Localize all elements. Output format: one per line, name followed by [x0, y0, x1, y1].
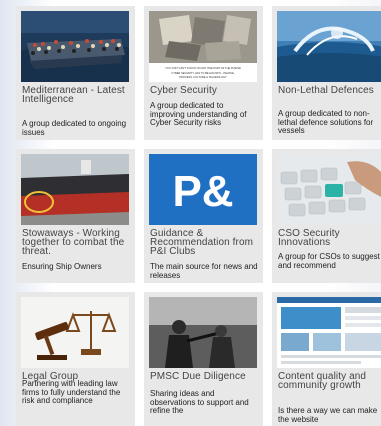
cyber-security-image[interactable]: YOU JUST CAN'T FOCUS ON ANY ONE PART OF … [149, 11, 257, 82]
group-card-non-lethal-defences[interactable]: Non-Lethal Defences A group dedicated to… [272, 6, 381, 140]
group-card-cso-security[interactable]: CSO Security Innovations A group for CSO… [272, 149, 381, 283]
card-title[interactable]: Mediterranean - Latest Intelligence [22, 86, 131, 105]
group-card-cyber-security[interactable]: YOU JUST CAN'T FOCUS ON ANY ONE PART OF … [144, 6, 263, 140]
keyboard-image[interactable] [277, 154, 381, 225]
card-description: A group dedicated to improving understan… [150, 101, 247, 128]
water-cannon-image[interactable] [277, 11, 381, 82]
group-card-pmsc-due-diligence[interactable]: PMSC Due Diligence Sharing ideas and obs… [144, 292, 263, 426]
svg-text:P&: P& [172, 167, 233, 216]
group-card-legal[interactable]: Legal Group Partnering with leading law … [16, 292, 135, 426]
card-title[interactable]: Content quality and community growth [278, 372, 381, 391]
migrant-boat-image[interactable] [21, 11, 129, 82]
group-grid: Mediterranean - Latest Intelligence A gr… [16, 6, 381, 426]
card-title[interactable]: Non-Lethal Defences [278, 86, 381, 96]
card-title[interactable]: Guidance & Recommendation from P&I Clubs [150, 229, 259, 257]
slide-text-line3: PROCESS, CULTURE & TECHNOLOGY [179, 75, 227, 79]
group-card-stowaways[interactable]: Stowaways - Working together to combat t… [16, 149, 135, 283]
card-title[interactable]: Cyber Security [150, 86, 259, 96]
card-description: A group for CSOs to suggest and recommen… [278, 252, 380, 270]
website-screenshot-image[interactable] [277, 297, 381, 368]
ship-hull-image[interactable] [21, 154, 129, 225]
card-description: Partnering with leading law firms to ful… [22, 379, 121, 406]
gavel-scales-image[interactable] [21, 297, 129, 368]
card-description: The main source for news and releases [150, 262, 258, 280]
slide-text-line1: YOU JUST CAN'T FOCUS ON ANY ONE PART OF … [165, 66, 241, 70]
card-title[interactable]: PMSC Due Diligence [150, 372, 259, 382]
slide-text-line2: CYBER SECURITY HAS TO BE HOLISTIC - PEOP… [171, 71, 235, 75]
card-title[interactable]: Stowaways - Working together to combat t… [22, 229, 131, 257]
card-description: A group dedicated to non-lethal defence … [278, 109, 374, 136]
group-card-mediterranean[interactable]: Mediterranean - Latest Intelligence A gr… [16, 6, 135, 140]
p-and-i-logo-image[interactable]: P& [149, 154, 257, 225]
card-title[interactable]: CSO Security Innovations [278, 229, 381, 248]
security-guards-image[interactable] [149, 297, 257, 368]
card-description: Sharing ideas and observations to suppor… [150, 389, 249, 416]
card-description: A group dedicated to ongoing issues [22, 119, 127, 137]
card-description: Ensuring Ship Owners [22, 262, 102, 271]
group-card-p-and-i-clubs[interactable]: P& Guidance & Recommendation from P&I Cl… [144, 149, 263, 283]
group-card-content-quality[interactable]: Content quality and community growth Is … [272, 292, 381, 426]
card-description: Is there a way we can make the website [278, 406, 378, 424]
